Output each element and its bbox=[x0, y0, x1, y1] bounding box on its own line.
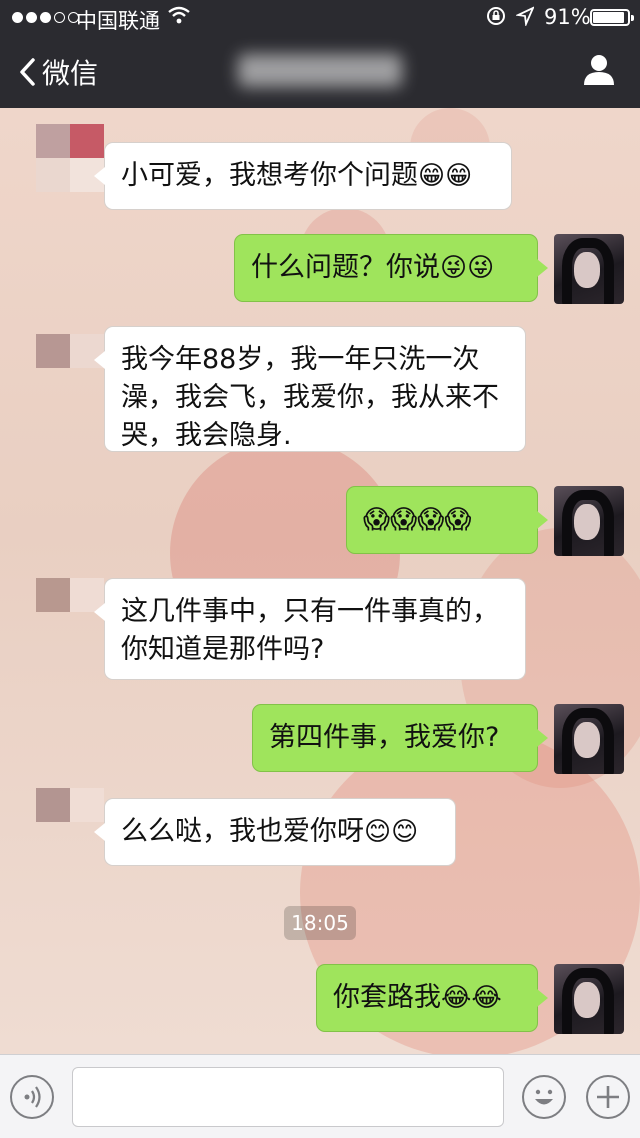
message-timestamp: 18:05 bbox=[284, 906, 356, 940]
voice-button[interactable] bbox=[10, 1075, 54, 1119]
message-bubble-sent[interactable]: 第四件事，我爱你? bbox=[252, 704, 548, 772]
battery-icon bbox=[590, 9, 634, 26]
plus-icon bbox=[597, 1086, 619, 1108]
location-icon bbox=[516, 6, 534, 26]
message-input[interactable] bbox=[72, 1067, 504, 1127]
top-bar: 中国联通 91% 微信 ______ bbox=[0, 0, 640, 108]
more-button[interactable] bbox=[586, 1075, 630, 1119]
status-bar: 中国联通 91% bbox=[0, 0, 640, 36]
message-bubble-received[interactable]: 么么哒，我也爱你呀😊😊 bbox=[94, 798, 456, 866]
message-bubble-sent[interactable]: 你套路我😂😂 bbox=[316, 964, 548, 1032]
emoji-button[interactable] bbox=[522, 1075, 566, 1119]
signal-strength-icon bbox=[12, 12, 79, 23]
message-bubble-received[interactable]: 小可爱，我想考你个问题😁😁 bbox=[94, 142, 512, 210]
input-bar bbox=[0, 1054, 640, 1138]
message-bubble-sent[interactable]: 什么问题？你说😜😜 bbox=[234, 234, 548, 302]
smiley-icon bbox=[535, 1089, 553, 1105]
chat-area[interactable]: 小可爱，我想考你个问题😁😁 什么问题？你说😜😜 我今年88岁，我一年只洗一次澡，… bbox=[0, 108, 640, 1054]
battery-percent: 91% bbox=[544, 5, 591, 29]
battery-fill bbox=[593, 12, 624, 23]
wifi-icon bbox=[168, 6, 190, 24]
my-avatar[interactable] bbox=[554, 704, 624, 774]
nav-bar: 微信 ______ bbox=[0, 36, 640, 108]
message-bubble-received[interactable]: 这几件事中，只有一件事真的，你知道是那件吗? bbox=[94, 578, 526, 680]
carrier-name: 中国联通 bbox=[76, 9, 160, 33]
my-avatar[interactable] bbox=[554, 964, 624, 1034]
my-avatar[interactable] bbox=[554, 234, 624, 304]
voice-icon bbox=[24, 1086, 41, 1108]
message-bubble-received[interactable]: 我今年88岁，我一年只洗一次澡，我会飞，我爱你，我从来不哭，我会隐身. bbox=[94, 326, 526, 452]
contact-avatar-pixelated[interactable] bbox=[36, 788, 104, 856]
person-icon[interactable] bbox=[582, 52, 616, 86]
chat-title-blurred: ______ bbox=[0, 54, 640, 87]
rotation-lock-icon bbox=[487, 7, 505, 25]
my-avatar[interactable] bbox=[554, 486, 624, 556]
message-bubble-sent[interactable]: 😱😱😱😱 bbox=[346, 486, 548, 554]
